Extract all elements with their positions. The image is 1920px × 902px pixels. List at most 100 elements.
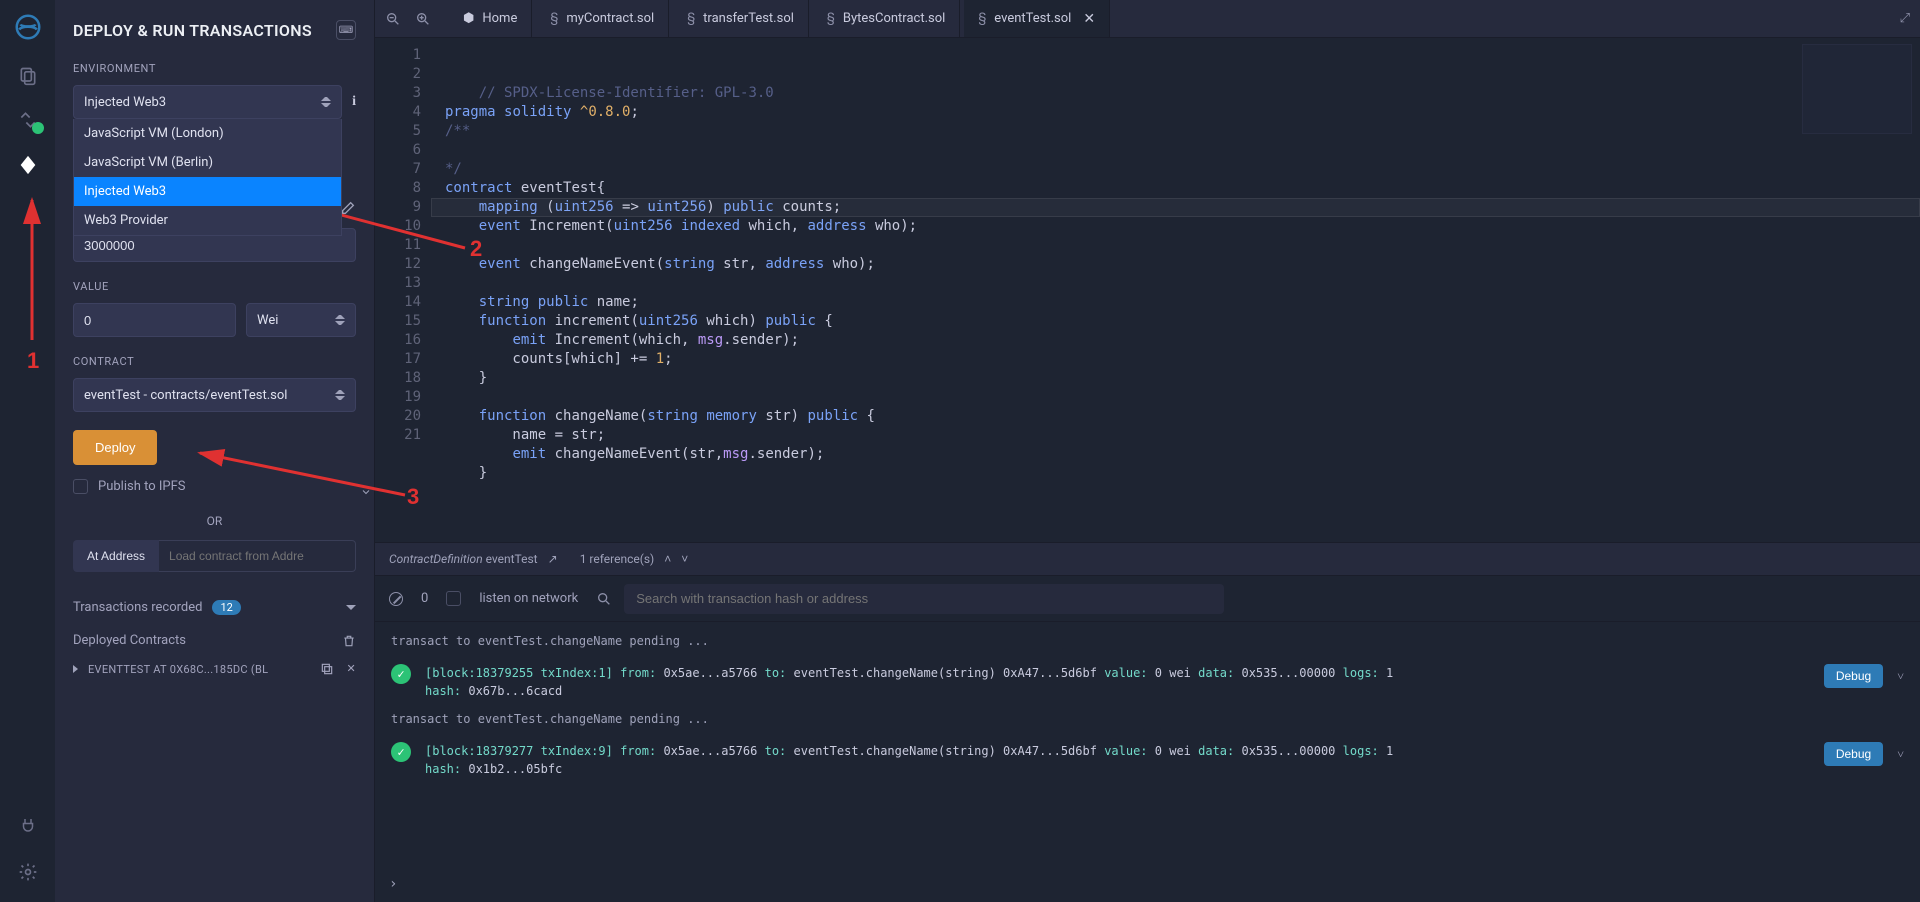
- crumb-kind: ContractDefinition: [389, 552, 483, 566]
- tab-home[interactable]: ⬢Home: [449, 0, 532, 37]
- crumb-name: eventTest: [486, 552, 538, 566]
- solidity-icon: §: [978, 11, 986, 26]
- compiler-icon[interactable]: [18, 110, 38, 130]
- deployed-contracts-label: Deployed Contracts: [73, 633, 186, 648]
- publish-ipfs-label: Publish to IPFS: [98, 479, 186, 494]
- environment-label: ENVIRONMENT: [73, 62, 356, 75]
- zoom-out-icon[interactable]: [385, 11, 401, 27]
- goto-icon[interactable]: ↗: [548, 552, 558, 566]
- contract-label: CONTRACT: [73, 355, 356, 368]
- zoom-in-icon[interactable]: [415, 11, 431, 27]
- minimap[interactable]: [1802, 44, 1912, 134]
- code-editor[interactable]: 123456789101112131415161718192021 // SPD…: [375, 38, 1920, 542]
- chevron-down-icon[interactable]: ˅: [1897, 669, 1904, 684]
- close-tab-icon[interactable]: ✕: [1083, 11, 1095, 27]
- console-prompt[interactable]: ›: [389, 876, 397, 892]
- panel-shortcut-icon[interactable]: ⌨: [336, 20, 356, 40]
- deploy-button[interactable]: Deploy: [73, 430, 157, 465]
- solidity-icon: §: [550, 11, 558, 26]
- caret-icon: [335, 313, 345, 327]
- ref-down-icon[interactable]: ˅: [681, 552, 688, 566]
- pending-count: 0: [421, 591, 428, 606]
- tx-search-input[interactable]: [624, 584, 1224, 614]
- deploy-run-icon[interactable]: [17, 154, 39, 176]
- ref-up-icon[interactable]: ˄: [664, 552, 671, 566]
- account-edit-icon[interactable]: [340, 200, 356, 216]
- current-line-highlight: [431, 198, 1920, 217]
- debug-button[interactable]: Debug: [1824, 742, 1883, 766]
- search-icon[interactable]: [596, 591, 612, 607]
- environment-info-icon[interactable]: i: [352, 94, 356, 110]
- tab-mycontract[interactable]: § myContract.sol: [536, 0, 669, 37]
- clear-console-icon[interactable]: [389, 592, 403, 606]
- line-gutter: 123456789101112131415161718192021: [375, 38, 431, 542]
- tx-log[interactable]: [block:18379277 txIndex:9] from: 0x5ae..…: [425, 742, 1810, 778]
- listen-network-label: listen on network: [479, 591, 578, 606]
- chevron-down-icon: [346, 605, 356, 610]
- expand-icon[interactable]: ⤢: [1900, 11, 1910, 26]
- tab-label: transferTest.sol: [703, 11, 794, 26]
- tx-recorded-label: Transactions recorded: [73, 600, 202, 615]
- tab-bytescontract[interactable]: § BytesContract.sol: [813, 0, 960, 37]
- value-unit-text: Wei: [257, 313, 278, 328]
- value-unit-select[interactable]: Wei: [246, 303, 356, 337]
- deploy-run-panel: DEPLOY & RUN TRANSACTIONS ⌨ ENVIRONMENT …: [55, 0, 375, 902]
- crumb-refs[interactable]: 1 reference(s): [580, 552, 655, 566]
- tab-label: eventTest.sol: [994, 11, 1071, 26]
- transactions-recorded-row[interactable]: Transactions recorded 12: [73, 600, 356, 615]
- success-badge-icon: [32, 122, 44, 134]
- at-address-input[interactable]: [159, 540, 356, 572]
- tab-transfertest[interactable]: § transferTest.sol: [673, 0, 809, 37]
- value-amount-input[interactable]: [73, 303, 236, 337]
- debug-button[interactable]: Debug: [1824, 664, 1883, 688]
- environment-select[interactable]: Injected Web3 JavaScript VM (London) Jav…: [73, 85, 342, 119]
- listen-network-checkbox[interactable]: [446, 591, 461, 606]
- panel-collapse-icon[interactable]: [360, 486, 372, 498]
- environment-value: Injected Web3: [84, 95, 166, 110]
- close-icon[interactable]: ✕: [346, 662, 356, 676]
- environment-dropdown: JavaScript VM (London) JavaScript VM (Be…: [73, 119, 342, 236]
- at-address-button[interactable]: At Address: [73, 540, 159, 572]
- icon-sidebar: [0, 0, 55, 902]
- trash-icon[interactable]: [342, 634, 356, 648]
- settings-gear-icon[interactable]: [18, 862, 38, 882]
- code-area[interactable]: // SPDX-License-Identifier: GPL-3.0 prag…: [431, 38, 1920, 542]
- solidity-icon: §: [827, 11, 835, 26]
- console[interactable]: transact to eventTest.changeName pending…: [375, 622, 1920, 902]
- remix-logo-icon[interactable]: [13, 12, 43, 42]
- publish-ipfs-checkbox[interactable]: [73, 479, 88, 494]
- terminal-toolbar: 0 listen on network: [375, 576, 1920, 622]
- solidity-icon: §: [687, 11, 695, 26]
- value-label: VALUE: [73, 280, 356, 293]
- contract-selected-text: eventTest - contracts/eventTest.sol: [84, 388, 287, 403]
- file-explorer-icon[interactable]: [18, 66, 38, 86]
- breadcrumb-bar: ContractDefinition eventTest ↗ 1 referen…: [375, 542, 1920, 576]
- env-option-berlin[interactable]: JavaScript VM (Berlin): [74, 148, 341, 177]
- chevron-down-icon[interactable]: ˅: [1897, 747, 1904, 762]
- panel-title: DEPLOY & RUN TRANSACTIONS: [73, 21, 312, 40]
- tab-eventtest[interactable]: § eventTest.sol ✕: [964, 0, 1110, 37]
- main-area: ⬢Home §myContract.sol §transferTest.sol …: [375, 0, 1920, 902]
- caret-icon: [335, 388, 345, 402]
- env-option-web3provider[interactable]: Web3 Provider: [74, 206, 341, 235]
- contract-select[interactable]: eventTest - contracts/eventTest.sol: [73, 378, 356, 412]
- success-icon: ✓: [391, 742, 411, 762]
- contract-instance-row[interactable]: EVENTTEST AT 0X68C...185DC (BL ✕: [73, 662, 356, 676]
- caret-icon: [321, 95, 331, 109]
- tab-bar: ⬢Home §myContract.sol §transferTest.sol …: [375, 0, 1920, 38]
- instance-label: EVENTTEST AT 0X68C...185DC (BL: [88, 663, 268, 676]
- tab-home-label: Home: [482, 11, 517, 26]
- console-line: transact to eventTest.changeName pending…: [391, 710, 1904, 728]
- copy-icon[interactable]: [320, 662, 334, 676]
- tab-label: myContract.sol: [566, 11, 654, 26]
- or-label: OR: [73, 514, 356, 528]
- env-option-injected[interactable]: Injected Web3: [74, 177, 341, 206]
- console-line: transact to eventTest.changeName pending…: [391, 632, 1904, 650]
- chevron-right-icon: [73, 665, 78, 673]
- plugin-manager-icon[interactable]: [19, 816, 37, 834]
- tx-recorded-count: 12: [212, 600, 240, 615]
- env-option-london[interactable]: JavaScript VM (London): [74, 119, 341, 148]
- tab-label: BytesContract.sol: [843, 11, 945, 26]
- success-icon: ✓: [391, 664, 411, 684]
- tx-log[interactable]: [block:18379255 txIndex:1] from: 0x5ae..…: [425, 664, 1810, 700]
